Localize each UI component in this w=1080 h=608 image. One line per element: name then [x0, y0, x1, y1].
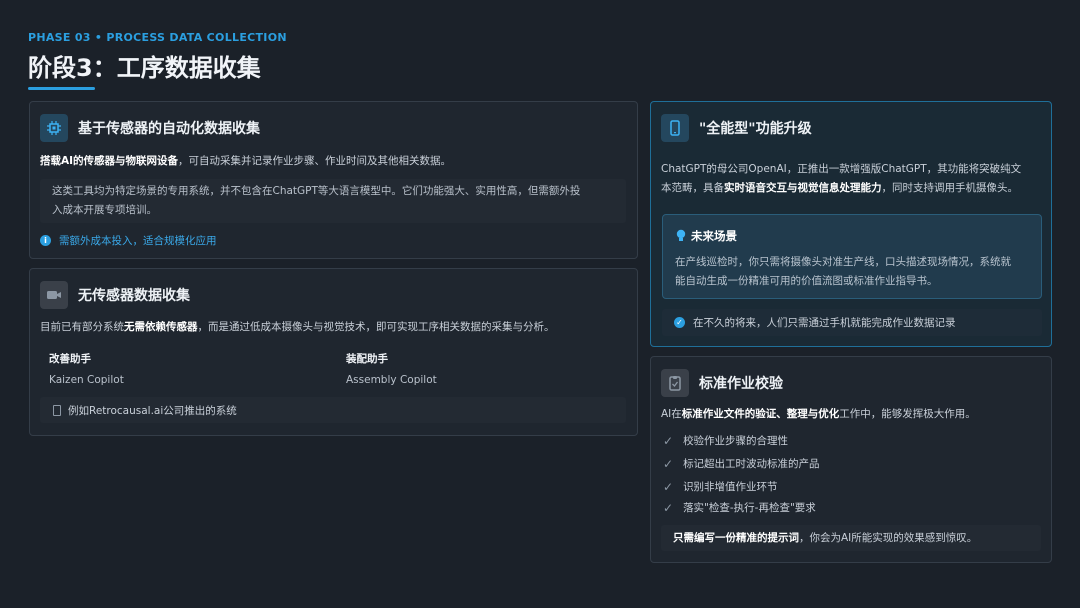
upgrade-info-bar: ✓ 在不久的将来，人们只需通过手机就能完成作业数据记录 [662, 309, 1042, 336]
nosensor-intro: 目前已有部分系统无需依赖传感器，而是通过低成本摄像头与视觉技术，即可实现工序相关… [40, 318, 555, 337]
camera-icon [40, 281, 68, 309]
future-line2: 能自动生成一份精准可用的价值流图或标准作业指导书。 [675, 275, 938, 287]
check-item: ✓ 标记超出工时波动标准的产品 [663, 456, 820, 471]
sensor-card-title: 基于传感器的自动化数据收集 [78, 121, 260, 137]
sensor-note-line1: 这类工具均为特定场景的专用系统，并不包含在ChatGPT等大语言模型中。它们功能… [52, 185, 581, 197]
check-item-text: 识别非增值作业环节 [683, 481, 778, 493]
nosensor-card-title: 无传感器数据收集 [78, 288, 190, 304]
nosensor-intro-pre: 目前已有部分系统 [40, 321, 124, 333]
checkmark-icon: ✓ [663, 456, 674, 471]
checkmark-icon: ✓ [663, 500, 674, 515]
title-underline [28, 87, 95, 90]
document-icon [53, 405, 61, 416]
sensor-card: 基于传感器的自动化数据收集 搭载AI的传感器与物联网设备，可自动采集并记录作业步… [29, 101, 638, 259]
sensor-info-text: 需额外成本投入，适合规模化应用 [59, 235, 217, 247]
standard-intro-rest: 工作中，能够发挥极大作用。 [839, 408, 976, 420]
info-icon: i [40, 235, 51, 246]
sensor-intro-bold: 搭载AI的传感器与物联网设备 [40, 155, 179, 167]
upgrade-info-text: 在不久的将来，人们只需通过手机就能完成作业数据记录 [693, 317, 956, 329]
kaizen-copilot-item: 改善助手 Kaizen Copilot [49, 351, 124, 386]
standard-card-title: 标准作业校验 [699, 376, 783, 392]
future-text: 在产线巡检时，你只需将摄像头对准生产线，口头描述现场情况，系统就 能自动生成一份… [675, 253, 1011, 291]
prompt-tip-box: 只需编写一份精准的提示词，你会为AI所能实现的效果感到惊叹。 [661, 525, 1041, 551]
sensor-note-line2: 入成本开展专项培训。 [52, 204, 157, 216]
assembly-title: 装配助手 [346, 353, 388, 365]
lightbulb-icon [676, 229, 686, 241]
nosensor-intro-bold: 无需依赖传感器 [124, 321, 198, 333]
nosensor-card: 无传感器数据收集 目前已有部分系统无需依赖传感器，而是通过低成本摄像头与视觉技术… [29, 268, 638, 436]
check-circle-icon: ✓ [674, 317, 685, 328]
phone-icon [661, 114, 689, 142]
assembly-sub: Assembly Copilot [346, 374, 437, 386]
sensor-intro: 搭载AI的传感器与物联网设备，可自动采集并记录作业步骤、作业时间及其他相关数据。 [40, 152, 451, 171]
prompt-tip-text: 只需编写一份精准的提示词，你会为AI所能实现的效果感到惊叹。 [673, 529, 977, 548]
upgrade-para-line2-pre: 本范畴，具备 [661, 182, 724, 194]
prompt-tip-bold: 只需编写一份精准的提示词 [673, 532, 799, 544]
phase-eyebrow: PHASE 03 • PROCESS DATA COLLECTION [28, 31, 287, 44]
upgrade-para-line2: 本范畴，具备实时语音交互与视觉信息处理能力，同时支持调用手机摄像头。 [661, 179, 1021, 198]
prompt-tip-rest: ，你会为AI所能实现的效果感到惊叹。 [799, 532, 978, 544]
standard-work-card: 标准作业校验 AI在标准作业文件的验证、整理与优化工作中，能够发挥极大作用。 ✓… [650, 356, 1052, 563]
page-title: 阶段3：工序数据收集 [28, 54, 261, 82]
sensor-info: i 需额外成本投入，适合规模化应用 [40, 233, 217, 248]
future-line1: 在产线巡检时，你只需将摄像头对准生产线，口头描述现场情况，系统就 [675, 256, 1011, 268]
check-item: ✓ 识别非增值作业环节 [663, 479, 778, 494]
sensor-note-box: 这类工具均为特定场景的专用系统，并不包含在ChatGPT等大语言模型中。它们功能… [40, 179, 626, 223]
checkmark-icon: ✓ [663, 433, 674, 448]
standard-intro-pre: AI在 [661, 408, 682, 420]
future-scenario-box: 未来场景 在产线巡检时，你只需将摄像头对准生产线，口头描述现场情况，系统就 能自… [662, 214, 1042, 299]
clipboard-icon [661, 369, 689, 397]
kaizen-title: 改善助手 [49, 353, 91, 365]
standard-intro: AI在标准作业文件的验证、整理与优化工作中，能够发挥极大作用。 [661, 405, 976, 424]
check-item: ✓ 校验作业步骤的合理性 [663, 433, 788, 448]
kaizen-sub: Kaizen Copilot [49, 374, 124, 386]
checkmark-icon: ✓ [663, 479, 674, 494]
upgrade-para-line1: ChatGPT的母公司OpenAI，正推出一款增强版ChatGPT，其功能将突破… [661, 163, 1022, 175]
upgrade-card-title: "全能型"功能升级 [699, 121, 812, 137]
upgrade-card: "全能型"功能升级 ChatGPT的母公司OpenAI，正推出一款增强版Chat… [650, 101, 1052, 347]
upgrade-para-line2-bold: 实时语音交互与视觉信息处理能力 [724, 182, 882, 194]
chip-icon [40, 114, 68, 142]
future-title: 未来场景 [691, 229, 737, 243]
check-item-text: 落实"检查-执行-再检查"要求 [683, 502, 816, 514]
upgrade-para-line2-rest: ，同时支持调用手机摄像头。 [881, 182, 1019, 194]
standard-intro-bold: 标准作业文件的验证、整理与优化 [681, 408, 840, 420]
check-item: ✓ 落实"检查-执行-再检查"要求 [663, 500, 816, 515]
check-item-text: 标记超出工时波动标准的产品 [683, 458, 820, 470]
example-text: 例如Retrocausal.ai公司推出的系统 [68, 405, 237, 417]
example-box: 例如Retrocausal.ai公司推出的系统 [40, 397, 626, 423]
nosensor-intro-rest: ，而是通过低成本摄像头与视觉技术，即可实现工序相关数据的采集与分析。 [197, 321, 555, 333]
assembly-copilot-item: 装配助手 Assembly Copilot [346, 351, 437, 386]
sensor-note: 这类工具均为特定场景的专用系统，并不包含在ChatGPT等大语言模型中。它们功能… [52, 182, 580, 220]
upgrade-paragraph: ChatGPT的母公司OpenAI，正推出一款增强版ChatGPT，其功能将突破… [661, 160, 1021, 198]
sensor-intro-rest: ，可自动采集并记录作业步骤、作业时间及其他相关数据。 [178, 155, 452, 167]
check-item-text: 校验作业步骤的合理性 [683, 435, 789, 447]
